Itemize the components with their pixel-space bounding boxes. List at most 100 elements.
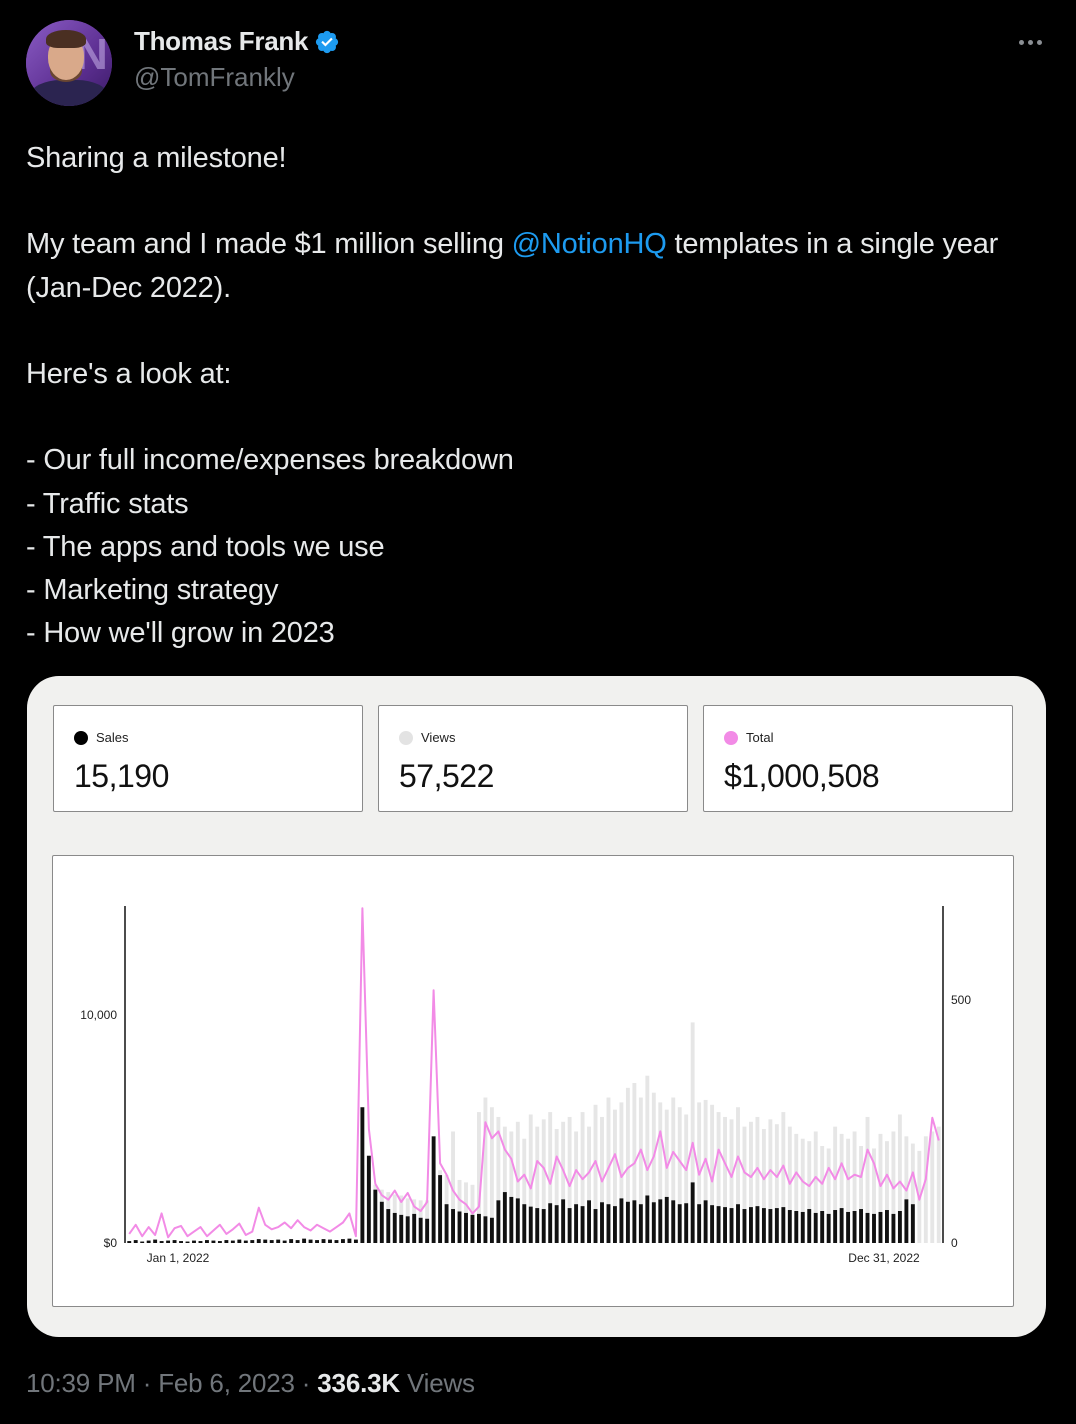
sales-bar xyxy=(347,1238,352,1243)
sales-bar xyxy=(405,1216,410,1243)
sales-bar xyxy=(749,1207,753,1243)
tweet-line: - How we'll grow in 2023 xyxy=(26,612,1046,655)
sales-bar xyxy=(328,1239,332,1243)
sales-bar xyxy=(159,1241,164,1243)
sales-bar xyxy=(431,1136,436,1243)
sales-bar xyxy=(885,1210,889,1243)
sales-bar xyxy=(878,1211,883,1243)
y-left-tick-label: $0 xyxy=(104,1236,118,1250)
sales-bar xyxy=(502,1192,507,1243)
sales-bar xyxy=(554,1205,559,1243)
tweet-date[interactable]: Feb 6, 2023 xyxy=(158,1368,295,1398)
avatar-hair xyxy=(46,30,86,48)
sales-bar xyxy=(185,1241,190,1243)
sales-bar xyxy=(807,1209,812,1243)
sales-bar xyxy=(541,1209,546,1243)
sales-legend-dot xyxy=(74,730,88,745)
sales-bar xyxy=(535,1208,540,1243)
tweet-time[interactable]: 10:39 PM xyxy=(26,1368,136,1398)
y-right-tick-label: 0 xyxy=(951,1236,958,1250)
author-name[interactable]: Thomas Frank xyxy=(134,26,308,57)
sales-bar xyxy=(645,1195,650,1243)
sales-bar xyxy=(865,1212,870,1243)
tweet-line xyxy=(26,396,1046,439)
tweet-text-segment: Sharing a milestone! xyxy=(26,142,287,174)
sales-bar xyxy=(690,1182,695,1243)
verified-badge-icon xyxy=(316,30,339,53)
sales-bar xyxy=(684,1203,689,1243)
mention-link[interactable]: @NotionHQ xyxy=(512,228,667,260)
tweet-text-segment xyxy=(26,401,34,433)
sales-bar xyxy=(800,1211,805,1243)
sales-bar xyxy=(664,1196,669,1243)
separator: · xyxy=(294,1368,318,1398)
sales-bar xyxy=(308,1239,313,1243)
tweet-text-segment: - How we'll grow in 2023 xyxy=(26,617,335,650)
author-avatar[interactable]: N xyxy=(26,20,112,106)
author-handle[interactable]: @TomFrankly xyxy=(134,62,295,93)
sales-bar xyxy=(366,1155,371,1243)
y-left-tick-label: 10,000 xyxy=(80,1008,117,1022)
sales-bar xyxy=(587,1200,591,1243)
more-horizontal-icon-dot xyxy=(1036,39,1042,45)
sales-bar xyxy=(671,1200,676,1243)
sales-bar xyxy=(373,1189,378,1243)
tweet-text-segment: - Our full income/expenses breakdown xyxy=(26,444,514,477)
x-tick-label: Jan 1, 2022 xyxy=(147,1251,210,1265)
views-count: 336.3K xyxy=(317,1368,400,1398)
stat-card-sales: Sales 15,190 xyxy=(53,705,363,812)
avatar-shirt xyxy=(30,80,108,106)
views-legend-dot xyxy=(399,730,413,745)
sales-bar xyxy=(658,1199,663,1243)
sales-bar xyxy=(839,1208,844,1243)
tweet-line: - Traffic stats xyxy=(26,483,1046,526)
sales-bar xyxy=(736,1204,740,1243)
sales-bar xyxy=(548,1203,553,1243)
tweet-text-segment: - The apps and tools we use xyxy=(26,530,385,563)
more-options-button[interactable] xyxy=(1014,32,1046,52)
sales-chart: $0 10,000 0 500 Jan 1, 2022 Dec 31, 2022 xyxy=(80,906,971,1265)
sales-bar xyxy=(127,1241,132,1243)
sales-bar xyxy=(379,1201,384,1243)
stat-value: 15,190 xyxy=(74,758,169,794)
stat-value: $1,000,508 xyxy=(724,758,880,794)
sales-bar xyxy=(444,1204,449,1243)
sales-bar xyxy=(872,1213,876,1243)
sales-bar xyxy=(295,1240,300,1243)
stat-card-total: Total $1,000,508 xyxy=(703,705,1013,812)
sales-bar xyxy=(418,1217,423,1243)
sales-bar xyxy=(813,1212,818,1243)
sales-bar xyxy=(781,1207,786,1243)
stat-label: Total xyxy=(746,730,774,745)
tweet-line: My team and I made $1 million selling @N… xyxy=(26,223,1046,309)
sales-bar xyxy=(289,1239,294,1243)
tweet-media-image[interactable]: Sales 15,190 Views 57,522 Total $1,000,5… xyxy=(27,676,1046,1337)
more-horizontal-icon-dot xyxy=(1027,39,1033,45)
sales-bar xyxy=(619,1198,624,1243)
sales-bar xyxy=(217,1241,222,1243)
y-right-tick-label: 500 xyxy=(951,993,971,1007)
sales-bar xyxy=(515,1198,520,1243)
tweet-line xyxy=(26,310,1046,353)
sales-bar xyxy=(146,1240,151,1243)
author-name-row[interactable]: Thomas Frank xyxy=(134,26,340,57)
sales-bar xyxy=(561,1199,566,1243)
sales-bar xyxy=(172,1240,177,1243)
sales-bar xyxy=(489,1217,494,1243)
sales-bar xyxy=(729,1208,734,1243)
sales-bar xyxy=(904,1199,909,1243)
sales-bar xyxy=(580,1206,585,1243)
separator: · xyxy=(135,1368,159,1398)
sales-bar xyxy=(153,1239,158,1243)
views-bars xyxy=(127,1022,941,1243)
sales-bar xyxy=(412,1213,417,1243)
sales-bar xyxy=(625,1201,630,1243)
sales-bar xyxy=(710,1205,715,1243)
sales-bar xyxy=(833,1210,838,1243)
sales-bar xyxy=(593,1209,598,1243)
sales-bar xyxy=(166,1240,171,1243)
stat-label: Sales xyxy=(96,730,129,745)
sales-bar xyxy=(192,1240,196,1243)
sales-bar xyxy=(269,1240,274,1243)
sales-bar xyxy=(697,1204,702,1243)
